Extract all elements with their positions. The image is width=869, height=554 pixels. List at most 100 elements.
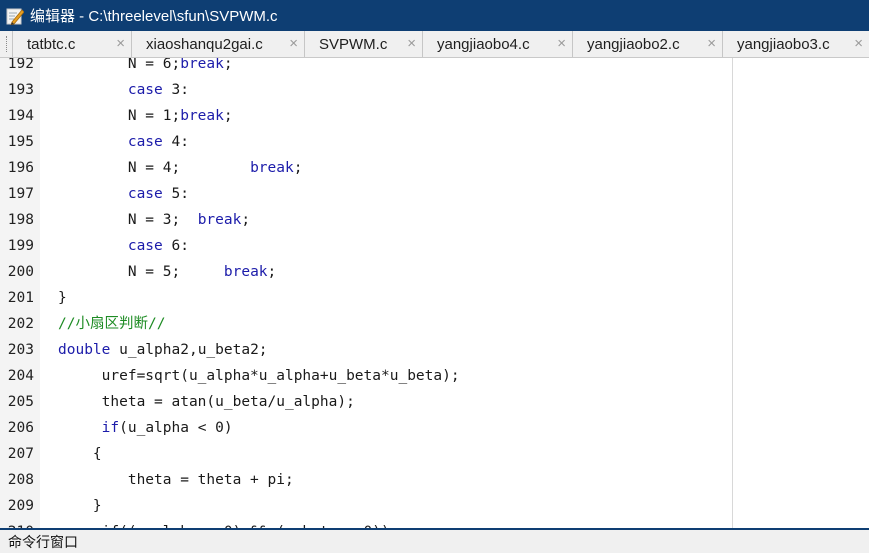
- code-text: N = 4; break;: [58, 155, 303, 181]
- code-token: 4:: [162, 134, 189, 150]
- code-line[interactable]: 204 uref=sqrt(u_alpha*u_alpha+u_beta*u_b…: [0, 363, 869, 389]
- code-text: case 5:: [58, 181, 189, 207]
- code-line[interactable]: 196 N = 4; break;: [0, 155, 869, 181]
- code-line[interactable]: 205 theta = atan(u_beta/u_alpha);: [0, 389, 869, 415]
- close-icon[interactable]: ×: [557, 36, 566, 51]
- code-token: (u_alpha < 0): [119, 420, 233, 436]
- code-text: N = 3; break;: [58, 207, 250, 233]
- code-text: N = 6;break;: [58, 58, 233, 77]
- line-number: 204: [7, 368, 34, 384]
- code-text: N = 1;break;: [58, 103, 233, 129]
- close-icon[interactable]: ×: [289, 36, 298, 51]
- code-line[interactable]: 200 N = 5; break;: [0, 259, 869, 285]
- code-token: ;: [223, 58, 233, 72]
- code-line[interactable]: 199 case 6:: [0, 233, 869, 259]
- code-token: theta = atan(u_beta/u_alpha);: [58, 394, 355, 410]
- code-token: 3:: [162, 82, 189, 98]
- code-text: case 6:: [58, 233, 189, 259]
- code-line[interactable]: 209 }: [0, 493, 869, 519]
- keyword-token: break: [250, 160, 294, 176]
- code-line[interactable]: 195 case 4:: [0, 129, 869, 155]
- tab-yangjiaobo2[interactable]: yangjiaobo2.c ×: [572, 31, 722, 57]
- keyword-token: case: [127, 238, 163, 254]
- tab-svpwm[interactable]: SVPWM.c ×: [304, 31, 422, 57]
- close-icon[interactable]: ×: [407, 36, 416, 51]
- comment-token: //小扇区判断//: [58, 316, 166, 332]
- code-token: 6:: [162, 238, 189, 254]
- keyword-token: case: [127, 134, 163, 150]
- keyword-token: break: [180, 108, 224, 124]
- tab-label: SVPWM.c: [319, 35, 388, 53]
- line-number: 198: [7, 212, 34, 228]
- code-text: double u_alpha2,u_beta2;: [58, 337, 268, 363]
- code-line[interactable]: 198 N = 3; break;: [0, 207, 869, 233]
- tab-label: xiaoshanqu2gai.c: [146, 35, 263, 53]
- code-token: }: [58, 498, 102, 514]
- tab-bar-grip[interactable]: [0, 31, 12, 57]
- line-number: 196: [7, 160, 34, 176]
- code-line[interactable]: 210 if((u_alpha > 0) && (u_beta < 0)): [0, 519, 869, 528]
- code-token: ;: [267, 264, 277, 280]
- code-token: N = 1;: [58, 108, 181, 124]
- code-text: N = 5; break;: [58, 259, 276, 285]
- tab-xiaoshanqu2gai[interactable]: xiaoshanqu2gai.c ×: [131, 31, 304, 57]
- code-text: case 3:: [58, 77, 189, 103]
- code-token: theta = theta + pi;: [58, 472, 294, 488]
- line-number: 193: [7, 82, 34, 98]
- code-text: if((u_alpha > 0) && (u_beta < 0)): [58, 519, 390, 528]
- code-text: }: [58, 285, 67, 311]
- close-icon[interactable]: ×: [116, 36, 125, 51]
- tab-label: yangjiaobo2.c: [587, 35, 680, 53]
- code-token: }: [58, 290, 67, 306]
- code-line[interactable]: 206 if(u_alpha < 0): [0, 415, 869, 441]
- code-text: theta = atan(u_beta/u_alpha);: [58, 389, 355, 415]
- code-editor[interactable]: 192 N = 6;break; 193 case 3: 194 N = 1;bre…: [0, 58, 869, 528]
- code-token: N = 6;: [58, 58, 181, 72]
- edit-pencil-icon: [6, 7, 25, 26]
- code-line[interactable]: 202 //小扇区判断//: [0, 311, 869, 337]
- keyword-token: if: [101, 420, 120, 436]
- code-line[interactable]: 197 case 5:: [0, 181, 869, 207]
- code-line[interactable]: 208 theta = theta + pi;: [0, 467, 869, 493]
- tab-tatbtc[interactable]: tatbtc.c ×: [12, 31, 131, 57]
- line-number: 203: [7, 342, 34, 358]
- code-text: theta = theta + pi;: [58, 467, 294, 493]
- tab-yangjiaobo3[interactable]: yangjiaobo3.c ×: [722, 31, 869, 57]
- tab-yangjiaobo4[interactable]: yangjiaobo4.c ×: [422, 31, 572, 57]
- code-line[interactable]: 203 double u_alpha2,u_beta2;: [0, 337, 869, 363]
- code-token: N = 4;: [58, 160, 251, 176]
- code-line[interactable]: 194 N = 1;break;: [0, 103, 869, 129]
- line-number: 192: [7, 58, 34, 72]
- tab-label: yangjiaobo3.c: [737, 35, 830, 53]
- code-text: //小扇区判断//: [58, 311, 165, 337]
- line-number: 207: [7, 446, 34, 462]
- command-window-label: 命令行窗口: [8, 534, 78, 550]
- code-token: ;: [241, 212, 251, 228]
- line-number: 199: [7, 238, 34, 254]
- line-number: 201: [7, 290, 34, 306]
- code-token: uref=sqrt(u_alpha*u_alpha+u_beta*u_beta)…: [58, 368, 460, 384]
- code-text: if(u_alpha < 0): [58, 415, 233, 441]
- line-number: 194: [7, 108, 34, 124]
- code-token: ;: [293, 160, 303, 176]
- code-line[interactable]: 193 case 3:: [0, 77, 869, 103]
- code-line[interactable]: 207 {: [0, 441, 869, 467]
- line-number: 200: [7, 264, 34, 280]
- code-line[interactable]: 192 N = 6;break;: [0, 58, 869, 77]
- close-icon[interactable]: ×: [707, 36, 716, 51]
- line-number: 209: [7, 498, 34, 514]
- code-line[interactable]: 201}: [0, 285, 869, 311]
- line-number: 202: [7, 316, 34, 332]
- window-title: 编辑器 - C:\threelevel\sfun\SVPWM.c: [30, 8, 278, 25]
- close-icon[interactable]: ×: [854, 36, 863, 51]
- code-token: N = 3;: [58, 212, 198, 228]
- keyword-token: break: [197, 212, 242, 228]
- code-text: }: [58, 493, 102, 519]
- keyword-token: case: [127, 82, 163, 98]
- command-window-header[interactable]: 命令行窗口: [0, 530, 869, 553]
- code-token: {: [58, 446, 102, 462]
